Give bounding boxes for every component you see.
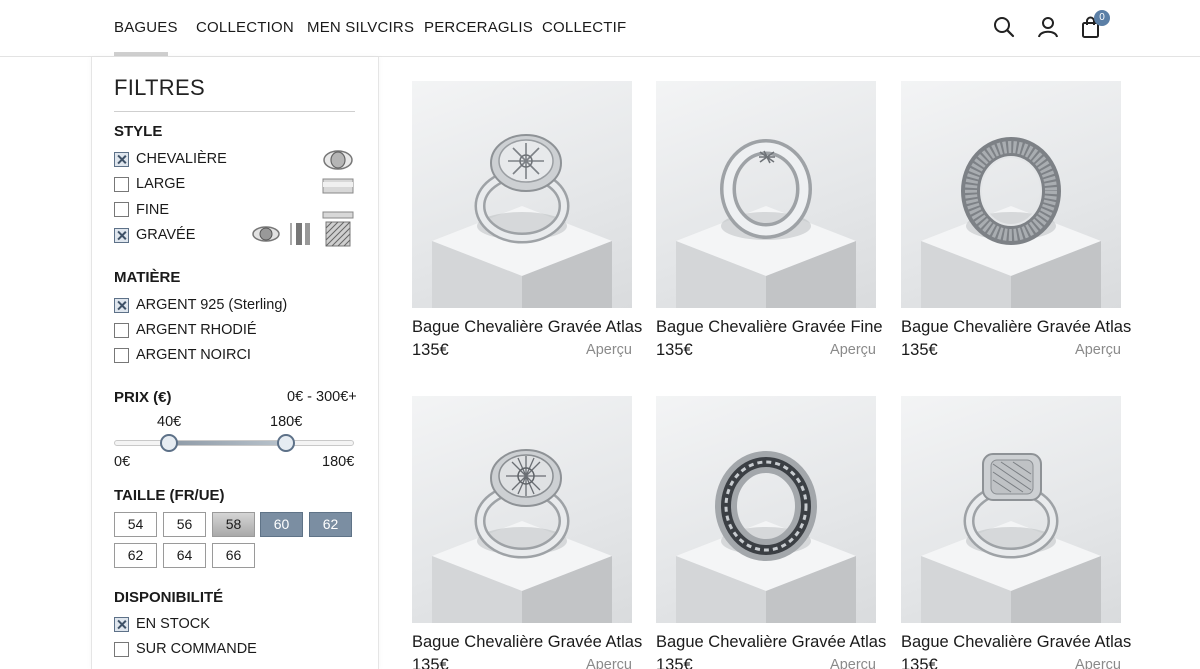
- filters-divider: [114, 111, 355, 112]
- size-option-62-selected[interactable]: 62: [309, 512, 352, 537]
- size-option-54[interactable]: 54: [114, 512, 157, 537]
- checkbox-large[interactable]: [114, 177, 129, 192]
- nav-item-perceraglis[interactable]: PERCERAGLIS: [424, 19, 533, 36]
- option-label-chevaliere: CHEVALIÈRE: [136, 151, 227, 167]
- nav-item-bagues[interactable]: BAGUES: [114, 19, 178, 36]
- price-min-label: 0€: [114, 454, 131, 470]
- checkbox-en-stock[interactable]: [114, 617, 129, 632]
- filters-sidebar: FILTRES STYLE CHEVALIÈRE LARGE FINE GRAV…: [91, 57, 379, 669]
- checkbox-argent-925[interactable]: [114, 298, 129, 313]
- user-icon[interactable]: [1035, 14, 1061, 40]
- product-image[interactable]: [901, 396, 1121, 623]
- option-label-argent-rhodie: ARGENT RHODIÉ: [136, 322, 257, 338]
- product-title[interactable]: Bague Chevalière Gravée Fine: [656, 318, 883, 337]
- availability-section-title: DISPONIBILITÉ: [114, 589, 224, 606]
- price-slider-range: [169, 441, 286, 445]
- option-label-en-stock: EN STOCK: [136, 616, 210, 632]
- product-title[interactable]: Bague Chevalière Gravée Atlas: [412, 633, 642, 652]
- preview-link[interactable]: Aperçu: [1075, 342, 1121, 358]
- checkbox-gravee[interactable]: [114, 228, 129, 243]
- option-label-fine: FINE: [136, 202, 170, 218]
- preview-link[interactable]: Aperçu: [830, 657, 876, 669]
- price-low-value: 40€: [157, 414, 182, 430]
- engraved-oval-style-icon: [251, 224, 281, 249]
- checkbox-argent-noirci[interactable]: [114, 348, 129, 363]
- preview-link[interactable]: Aperçu: [1075, 657, 1121, 669]
- active-nav-indicator: [114, 52, 168, 56]
- product-image[interactable]: [656, 81, 876, 308]
- product-price: 135€: [901, 656, 938, 669]
- size-option-62[interactable]: 62: [114, 543, 157, 568]
- product-price: 135€: [656, 656, 693, 669]
- product-image[interactable]: [412, 396, 632, 623]
- option-label-gravee: GRAVÉE: [136, 227, 196, 243]
- nav-item-collection[interactable]: COLLECTION: [196, 19, 294, 36]
- product-price: 135€: [901, 341, 938, 359]
- product-image[interactable]: [656, 396, 876, 623]
- preview-link[interactable]: Aperçu: [586, 342, 632, 358]
- price-slider-max-handle[interactable]: [277, 434, 295, 452]
- product-image[interactable]: [412, 81, 632, 308]
- product-image[interactable]: [901, 81, 1121, 308]
- option-label-large: LARGE: [136, 176, 186, 192]
- nav-item-men-silvcirs[interactable]: MEN SILVCIRS: [307, 19, 414, 36]
- top-navigation: BAGUES COLLECTION MEN SILVCIRS PERCERAGL…: [0, 0, 1200, 57]
- price-high-value: 180€: [270, 414, 303, 430]
- option-label-sur-commande: SUR COMMANDE: [136, 641, 257, 657]
- material-section-title: MATIÈRE: [114, 269, 181, 286]
- search-icon[interactable]: [991, 14, 1017, 40]
- style-section-title: STYLE: [114, 123, 163, 140]
- preview-link[interactable]: Aperçu: [830, 342, 876, 358]
- price-range-text: 0€ - 300€+: [287, 389, 357, 405]
- size-option-64[interactable]: 64: [163, 543, 206, 568]
- product-price: 135€: [412, 341, 449, 359]
- signet-ring-style-icon: [322, 149, 354, 176]
- option-label-argent-925: ARGENT 925 (Sterling): [136, 297, 288, 313]
- product-title[interactable]: Bague Chevalière Gravée Atlas: [901, 318, 1131, 337]
- price-max-label: 180€: [322, 454, 355, 470]
- preview-link[interactable]: Aperçu: [586, 657, 632, 669]
- product-price: 135€: [412, 656, 449, 669]
- option-label-argent-noirci: ARGENT NOIRCI: [136, 347, 251, 363]
- engraved-pattern-style-icon: [325, 221, 351, 252]
- size-option-66[interactable]: 66: [212, 543, 255, 568]
- price-section-title: PRIX (€): [114, 389, 172, 406]
- checkbox-fine[interactable]: [114, 202, 129, 217]
- size-option-60[interactable]: 60: [260, 512, 303, 537]
- product-title[interactable]: Bague Chevalière Gravée Atlas: [656, 633, 886, 652]
- nav-item-collectif[interactable]: COLLECTIF: [542, 19, 626, 36]
- wide-band-style-icon: [322, 178, 354, 199]
- cart-count-badge: 0: [1094, 10, 1110, 26]
- filters-title: FILTRES: [114, 75, 205, 100]
- checkbox-chevaliere[interactable]: [114, 152, 129, 167]
- size-option-56[interactable]: 56: [163, 512, 206, 537]
- checkbox-argent-rhodie[interactable]: [114, 323, 129, 338]
- engraved-bar-style-icon: [288, 221, 312, 252]
- product-price: 135€: [656, 341, 693, 359]
- price-slider-min-handle[interactable]: [160, 434, 178, 452]
- size-option-58[interactable]: 58: [212, 512, 255, 537]
- size-section-title: TAILLE (FR/UE): [114, 487, 225, 504]
- checkbox-sur-commande[interactable]: [114, 642, 129, 657]
- product-title[interactable]: Bague Chevalière Gravée Atlas: [412, 318, 642, 337]
- product-title[interactable]: Bague Chevalière Gravée Atlas: [901, 633, 1131, 652]
